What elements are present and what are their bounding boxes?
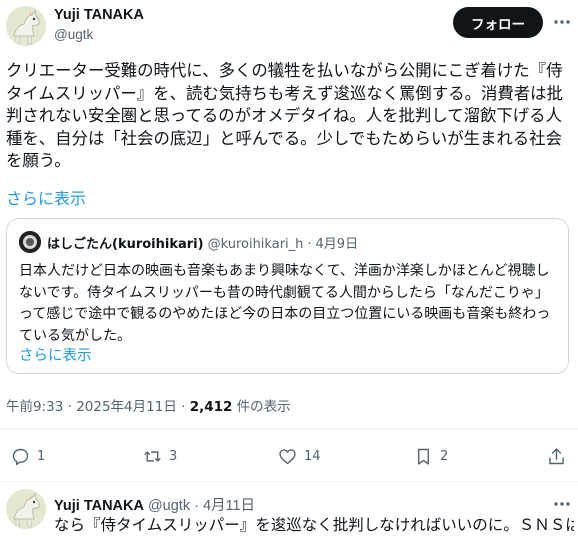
divider: [0, 428, 578, 429]
share-icon: [549, 447, 564, 464]
reply-post-display-name[interactable]: Yuji TANAKA: [54, 498, 144, 514]
action-bar: 1 3 14 2: [0, 441, 578, 471]
views-label: 件の表示: [232, 399, 291, 415]
heart-icon: [279, 448, 296, 464]
like-count: 14: [304, 448, 321, 464]
share-button[interactable]: [546, 441, 567, 471]
post-timestamp[interactable]: 午前9:33 · 2025年4月11日 ·: [6, 399, 190, 415]
author-display-name[interactable]: Yuji TANAKA: [54, 7, 144, 23]
dog-avatar-icon[interactable]: [6, 489, 46, 529]
reply-post-handle[interactable]: @ugtk: [148, 498, 190, 514]
like-button[interactable]: 14: [277, 441, 321, 471]
divider: [0, 481, 578, 482]
views-count: 2,412: [189, 399, 233, 415]
bookmark-count: 2: [440, 448, 449, 464]
quote-text: 日本人だけど日本の映画も音楽もあまり興味なくて、洋画か洋楽しかほとんど視聴しない…: [19, 263, 551, 344]
reply-button[interactable]: 1: [10, 441, 45, 471]
quote-display-name: はしごたん(kuroihikari): [47, 237, 204, 252]
bookmark-button[interactable]: 2: [413, 441, 448, 471]
quote-show-more-link[interactable]: さらに表示: [19, 344, 92, 365]
show-more-link[interactable]: さらに表示: [6, 185, 86, 209]
repost-button[interactable]: 3: [142, 441, 177, 471]
bookmark-icon: [417, 448, 430, 465]
quote-separator: ·: [307, 237, 312, 252]
repost-count: 3: [169, 448, 178, 464]
quoted-post-card[interactable]: はしごたん(kuroihikari) @kuroihikari_h · 4月9日 日本…: [6, 218, 569, 374]
reply-post-text: なら『侍タイムスリッパー』を逡巡なく批判しなければいいのに。ＳＮＳは: [54, 516, 574, 534]
follow-button[interactable]: フォロー: [453, 7, 543, 38]
reply-icon: [12, 448, 29, 465]
repost-icon: [144, 450, 161, 462]
reply-post-date[interactable]: 4月11日: [203, 498, 255, 514]
more-dots-icon[interactable]: [552, 494, 572, 514]
author-handle[interactable]: @ugtk: [54, 27, 93, 42]
reply-post-header: Yuji TANAKA @ugtk · 4月11日: [54, 494, 255, 515]
quote-date: 4月9日: [315, 237, 359, 252]
post-meta: 午前9:33 · 2025年4月11日 · 2,412 件の表示: [6, 395, 291, 415]
more-dots-icon[interactable]: [552, 12, 572, 32]
quote-avatar: [19, 231, 41, 253]
reply-count: 1: [37, 448, 46, 464]
quote-handle: @kuroihikari_h: [207, 237, 304, 252]
dog-avatar-icon[interactable]: [6, 6, 46, 46]
reply-post-separator: ·: [194, 498, 199, 514]
post-text: クリエーター受難の時代に、多くの犠牲を払いながら公開にこぎ着けた『侍タイムスリッ…: [6, 61, 563, 170]
quote-header: はしごたん(kuroihikari) @kuroihikari_h · 4月9日: [47, 233, 358, 252]
